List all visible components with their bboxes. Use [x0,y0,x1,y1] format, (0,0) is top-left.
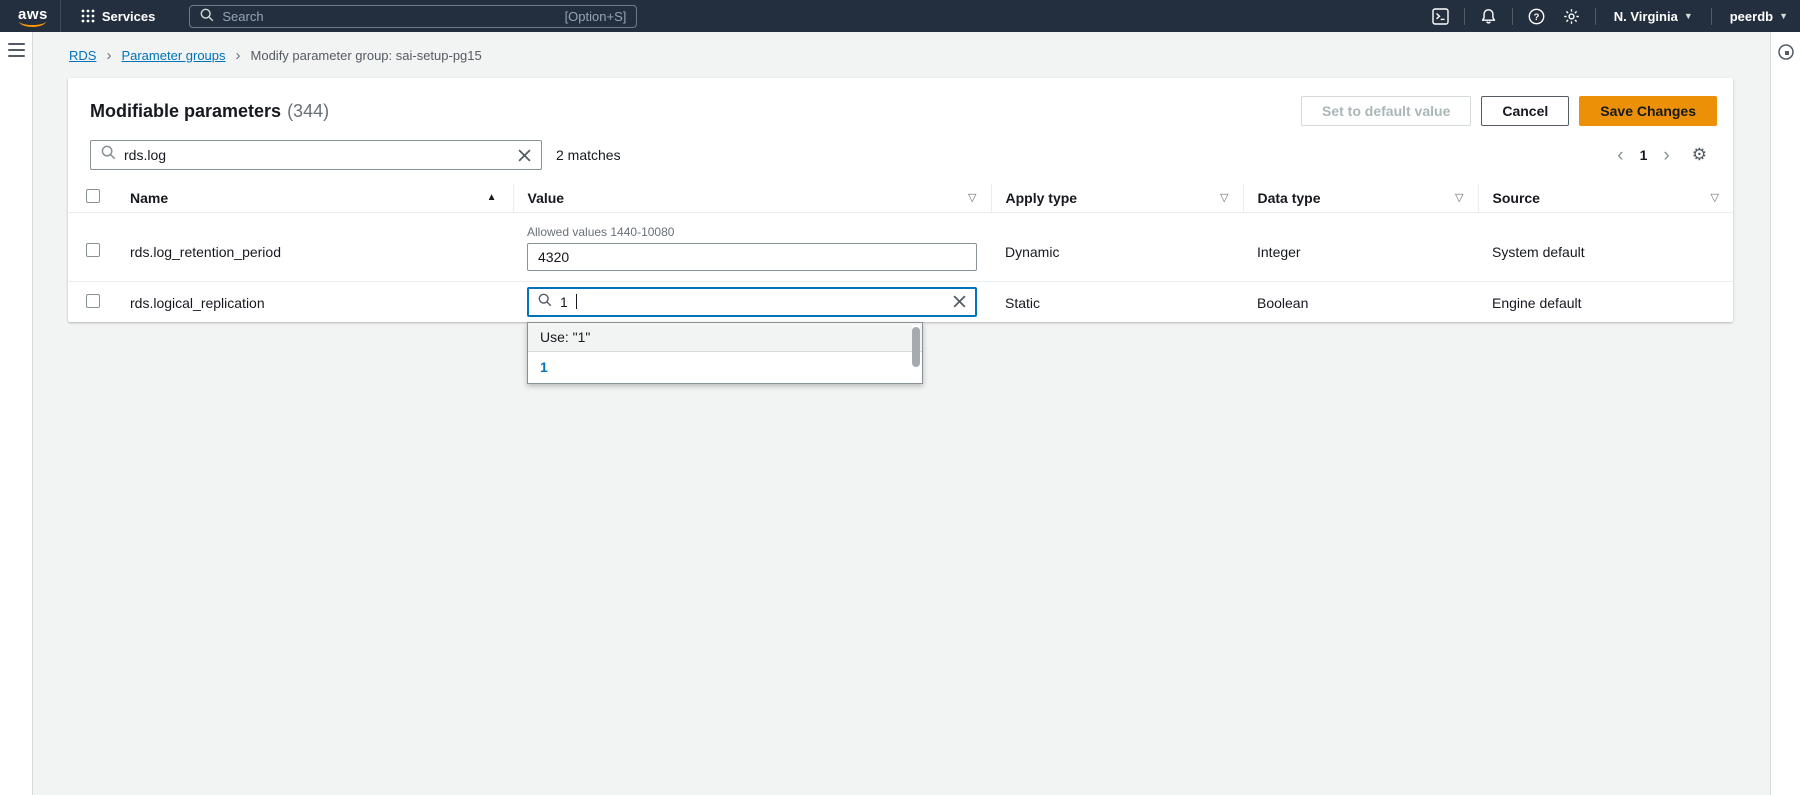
nav-divider [60,0,61,32]
breadcrumb-chevron-icon: › [236,47,241,64]
parameter-count: (344) [287,101,329,122]
pagination: ‹ 1 › ⚙ [1617,145,1707,165]
column-filter-icon[interactable]: ▽ [1220,191,1228,204]
services-menu-button[interactable]: Services [73,0,164,32]
dropdown-scrollbar[interactable] [912,325,920,381]
account-label: peerdb [1730,9,1773,24]
chevron-down-icon: ▼ [1684,11,1693,21]
apply-type-value: Static [991,281,1243,322]
question-circle-icon: ? [1528,8,1545,25]
parameter-value-input[interactable] [527,243,977,271]
use-typed-value-option[interactable]: Use: "1" [528,323,922,352]
top-navigation-bar: aws Services [Option+S] [0,0,1800,32]
page-title: Modifiable parameters [90,101,281,122]
sidebar-toggle-button[interactable] [8,43,32,57]
column-header-name[interactable]: Name [130,190,168,206]
modifiable-parameters-card: Modifiable parameters (344) Set to defau… [68,78,1733,322]
search-icon [101,145,116,165]
notifications-button[interactable] [1471,0,1506,32]
scrollbar-thumb[interactable] [912,327,920,367]
search-icon [538,293,552,310]
cloudshell-button[interactable] [1423,0,1458,32]
column-filter-icon[interactable]: ▽ [1455,191,1463,204]
select-all-checkbox[interactable] [86,189,100,203]
row-checkbox[interactable] [86,294,100,308]
table-row: rds.log_retention_period Allowed values … [68,212,1733,281]
services-grid-icon [81,9,95,23]
right-sidebar-rail [1770,32,1800,795]
parameter-name: rds.log_retention_period [116,212,513,281]
data-type-value: Boolean [1243,281,1478,322]
source-value: System default [1478,212,1733,281]
column-header-apply-type[interactable]: Apply type [1006,190,1078,206]
current-page-number: 1 [1640,147,1648,163]
value-suggestions-dropdown: Use: "1" 1 [527,322,923,384]
breadcrumb-current-page: Modify parameter group: sai-setup-pg15 [251,48,482,63]
nav-divider [1464,8,1465,25]
nav-divider [1512,8,1513,25]
aws-logo-smile [19,20,46,27]
parameter-value-combobox[interactable]: 1 [527,287,977,317]
search-shortcut-hint: [Option+S] [565,9,627,24]
previous-page-button[interactable]: ‹ [1617,146,1623,165]
breadcrumb-link-rds[interactable]: RDS [69,48,96,63]
clear-value-icon[interactable] [953,295,966,308]
preferences-gear-icon[interactable]: ⚙ [1692,145,1707,165]
data-type-value: Integer [1243,212,1478,281]
global-search-box[interactable]: [Option+S] [189,5,637,28]
allowed-values-hint: Allowed values 1440-10080 [527,225,977,239]
apply-type-value: Dynamic [991,212,1243,281]
set-to-default-button[interactable]: Set to default value [1301,96,1471,126]
search-icon [200,8,214,25]
breadcrumb-link-parameter-groups[interactable]: Parameter groups [121,48,225,63]
cloudshell-terminal-icon [1432,8,1449,25]
left-sidebar-rail [0,32,33,795]
bell-icon [1480,8,1497,25]
cancel-button[interactable]: Cancel [1481,96,1569,126]
table-header-row: Name ▲ Value ▽ Apply typ [68,184,1733,212]
row-checkbox[interactable] [86,243,100,257]
source-value: Engine default [1478,281,1733,322]
text-cursor [576,294,577,309]
match-count: 2 matches [556,147,621,163]
column-header-value[interactable]: Value [528,190,565,206]
column-header-data-type[interactable]: Data type [1258,190,1321,206]
gear-icon [1563,8,1580,25]
main-content: RDS › Parameter groups › Modify paramete… [33,32,1770,795]
region-selector[interactable]: N. Virginia ▼ [1602,0,1705,32]
breadcrumb: RDS › Parameter groups › Modify paramete… [33,32,1770,78]
combobox-typed-value: 1 [560,294,568,310]
account-menu[interactable]: peerdb ▼ [1718,0,1800,32]
settings-button[interactable] [1554,0,1589,32]
clear-filter-icon[interactable] [518,149,531,162]
table-row: rds.logical_replication 1 [68,281,1733,322]
aws-logo[interactable]: aws [18,6,48,27]
global-search-input[interactable] [222,9,556,24]
nav-divider [1595,8,1596,25]
help-button[interactable]: ? [1519,0,1554,32]
sort-ascending-icon[interactable]: ▲ [487,192,499,203]
breadcrumb-chevron-icon: › [106,47,111,64]
parameter-name: rds.logical_replication [116,281,513,322]
services-label: Services [102,9,156,24]
parameter-filter-box[interactable] [90,140,542,170]
svg-text:?: ? [1533,12,1539,23]
chevron-down-icon: ▼ [1779,11,1788,21]
column-filter-icon[interactable]: ▽ [1711,191,1719,204]
column-header-source[interactable]: Source [1493,190,1540,206]
nav-divider [1711,8,1712,25]
parameter-filter-input[interactable] [124,147,510,163]
next-page-button[interactable]: › [1663,146,1669,165]
parameters-table: Name ▲ Value ▽ Apply typ [68,184,1733,322]
column-filter-icon[interactable]: ▽ [968,191,976,204]
save-changes-button[interactable]: Save Changes [1579,96,1717,126]
region-label: N. Virginia [1614,9,1678,24]
suggested-value-option[interactable]: 1 [528,352,922,383]
side-panel-toggle-icon[interactable] [1777,48,1795,65]
